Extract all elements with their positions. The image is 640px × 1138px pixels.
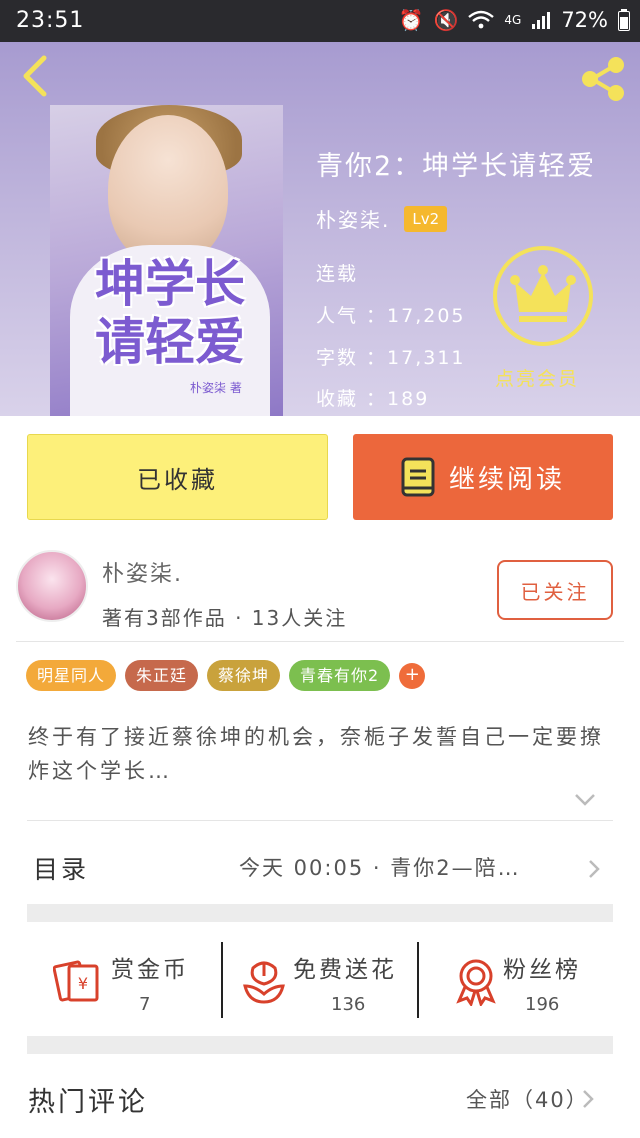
mute-icon: 🔇: [433, 8, 459, 32]
tag-item[interactable]: 明星同人: [26, 660, 117, 691]
book-title: 青你2：坤学长请轻爱: [316, 151, 597, 182]
status-time: 23:51: [16, 8, 85, 33]
book-icon: [401, 457, 435, 497]
chevron-right-icon[interactable]: [581, 1088, 595, 1110]
send-flower-label: 免费送花: [293, 957, 397, 983]
alarm-icon: ⏰: [398, 8, 424, 32]
section-gap: [27, 1036, 613, 1054]
all-comments-link[interactable]: 全部（40）: [466, 1084, 589, 1114]
author-avatar[interactable]: [16, 550, 88, 622]
author-works-summary: 著有3部作品 · 13人关注: [102, 606, 348, 630]
support-actions: ¥ 赏金币 7 免费送花 136 粉丝榜 196: [27, 922, 613, 1038]
word-count-stat: 字数 ：17,311: [316, 347, 466, 369]
vip-button[interactable]: [493, 246, 593, 346]
network-label: 4G: [504, 13, 522, 27]
flower-icon: [243, 961, 285, 1004]
table-of-contents-row[interactable]: 目录 今天 00:05 · 青你2—陪…: [27, 828, 613, 908]
toc-label: 目录: [33, 855, 90, 884]
fan-ranking-label: 粉丝榜: [503, 957, 581, 983]
serial-status: 连载: [316, 263, 359, 285]
more-tags-button[interactable]: +: [399, 662, 426, 689]
favorites-stat: 收藏 ：189: [316, 388, 430, 410]
send-flower-action[interactable]: 免费送花 136: [221, 942, 417, 1018]
header-author-name[interactable]: 朴姿柒.: [316, 204, 390, 233]
latest-chapter: 今天 00:05 · 青你2—陪…: [239, 856, 521, 880]
chevron-right-icon: [589, 860, 600, 878]
svg-text:¥: ¥: [78, 974, 88, 993]
author-line: 朴姿柒. Lv2: [316, 204, 448, 233]
divider: [27, 820, 613, 821]
battery-icon: [618, 9, 630, 31]
signal-icon: [532, 12, 551, 29]
divider: [16, 641, 624, 642]
popularity-stat: 人气 ：17,205: [316, 305, 466, 327]
chevron-down-icon[interactable]: [573, 790, 597, 810]
fan-ranking-action[interactable]: 粉丝榜 196: [417, 942, 613, 1018]
fan-ranking-count: 196: [525, 994, 560, 1015]
cover-figure-face: [108, 115, 228, 265]
crown-icon: [510, 265, 576, 322]
book-description: 终于有了接近蔡徐坤的机会，奈栀子发誓自己一定要撩炸这个学长…: [28, 725, 604, 783]
wifi-icon: [468, 10, 495, 29]
tag-item[interactable]: 青春有你2: [289, 660, 391, 691]
send-flower-count: 136: [331, 994, 366, 1015]
tag-item[interactable]: 蔡徐坤: [207, 660, 281, 691]
reward-coins-count: 7: [139, 994, 151, 1015]
cover-title: 坤学长 请轻爱: [95, 254, 245, 371]
status-icons: ⏰ 🔇 4G 72%: [399, 8, 630, 32]
section-gap: [27, 904, 613, 922]
level-badge: Lv2: [404, 205, 448, 232]
continue-reading-label: 继续阅读: [448, 464, 565, 495]
book-detail-card: 已收藏 继续阅读 朴姿柒. 著有3部作品 · 13人关注 已关注 明星同人 朱正…: [0, 416, 640, 1138]
book-header: 坤学长 请轻爱 朴姿柒 著 青你2：坤学长请轻爱 朴姿柒. Lv2 连载 人气 …: [0, 42, 640, 416]
share-icon[interactable]: [578, 54, 628, 104]
favorited-button[interactable]: 已收藏: [27, 434, 328, 520]
status-bar: 23:51 ⏰ 🔇 4G 72%: [0, 0, 640, 42]
medal-icon: [456, 959, 496, 1006]
battery-level: 72%: [561, 8, 608, 32]
hot-comments-title: 热门评论: [28, 1087, 148, 1118]
continue-reading-button[interactable]: 继续阅读: [353, 434, 613, 520]
cover-author: 朴姿柒 著: [190, 381, 242, 395]
author-name[interactable]: 朴姿柒.: [102, 556, 183, 588]
follow-button[interactable]: 已关注: [497, 560, 613, 620]
reward-coins-action[interactable]: ¥ 赏金币 7: [27, 922, 221, 1038]
vip-label[interactable]: 点亮会员: [495, 364, 579, 391]
red-envelope-icon: ¥: [53, 960, 99, 1002]
tag-item[interactable]: 朱正廷: [125, 660, 199, 691]
reward-coins-label: 赏金币: [111, 957, 189, 983]
book-cover[interactable]: 坤学长 请轻爱 朴姿柒 著: [50, 105, 283, 416]
back-icon[interactable]: [14, 54, 58, 98]
tag-list: 明星同人 朱正廷 蔡徐坤 青春有你2 +: [26, 660, 426, 691]
